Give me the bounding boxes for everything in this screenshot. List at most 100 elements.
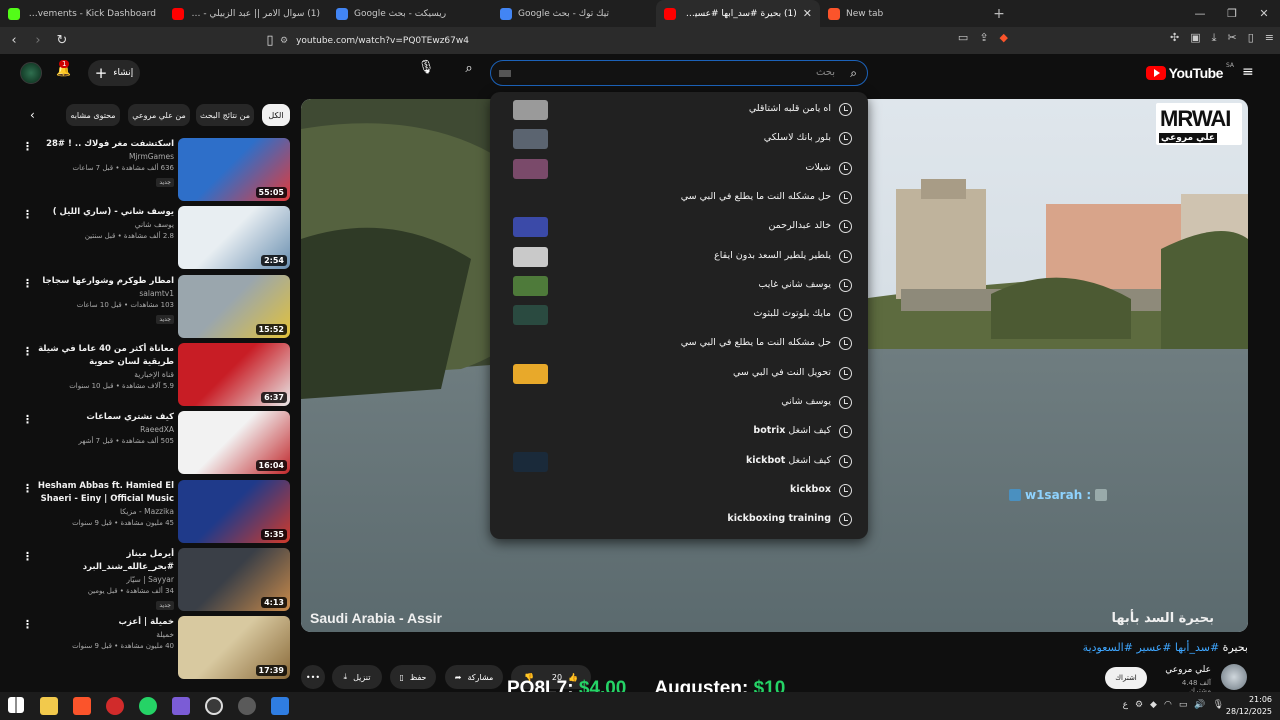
download-button[interactable]: ⤓ تنزيل bbox=[332, 665, 382, 689]
volume-icon[interactable]: 🔊 bbox=[1194, 700, 1205, 710]
create-button[interactable]: + إنشاء bbox=[88, 60, 140, 86]
browser-tab[interactable]: ريسيكت - بحث Google bbox=[328, 0, 492, 27]
suggestion-item[interactable]: تحويل النت في البي سي bbox=[490, 359, 868, 388]
windows-start-icon[interactable] bbox=[8, 697, 24, 713]
more-vert-icon[interactable]: ⋮ bbox=[22, 482, 33, 495]
sidebar-toggle-icon[interactable]: ▯ bbox=[1248, 31, 1254, 45]
list-item[interactable]: 2:54 ⋮ يوسف شاني - (ساري الليل ) يوسف شاني 2… bbox=[0, 206, 296, 270]
title-hashtags[interactable]: #سد_أبها #عسير #السعودية bbox=[1083, 641, 1220, 654]
browser-tab[interactable]: (1) بحيرة #سد_أبها #عسير #السعو ✕ bbox=[656, 0, 820, 27]
wallet-icon[interactable]: ▣ bbox=[1190, 31, 1200, 45]
list-item[interactable]: 4:13 ⋮ أيرمل ميناز #بحر_عالله_شند_البرد Say… bbox=[0, 547, 296, 612]
brave-shield-icon[interactable]: ◆ bbox=[1000, 31, 1008, 45]
url-text[interactable]: youtube.com/watch?v=PQ0TEwz67w4 bbox=[296, 36, 469, 46]
list-item[interactable]: 17:39 ⋮ خميلة | أعزب خميلة 40 مليون مشاهدة •… bbox=[0, 616, 296, 680]
suggestion-item[interactable]: حل مشكله النت ما يطلع في البي سي bbox=[490, 329, 868, 358]
lang-indicator[interactable]: ع bbox=[1123, 700, 1128, 710]
channel-name[interactable]: RaeedXA bbox=[36, 424, 174, 436]
more-vert-icon[interactable]: ⋮ bbox=[22, 550, 33, 563]
notifications-button[interactable]: 🔔 1 bbox=[56, 60, 76, 83]
video-thumbnail[interactable]: 2:54 bbox=[178, 206, 290, 270]
video-thumbnail[interactable]: 5:35 bbox=[178, 479, 290, 543]
channel-name[interactable]: خميلة bbox=[36, 629, 174, 641]
suggestion-item[interactable]: اه يامن قلبه اشتاقلي bbox=[490, 95, 868, 124]
reload-icon[interactable]: ↻ bbox=[52, 33, 72, 48]
video-title[interactable]: خميلة | أعزب bbox=[36, 616, 175, 629]
video-title[interactable]: Hesham Abbas ft. Hamied El Shaeri - Einy… bbox=[36, 480, 174, 506]
video-title[interactable]: معاناة أكثر من 40 عاما في شيلة طريقية لس… bbox=[36, 343, 174, 369]
list-item[interactable]: 5:35 ⋮ Hesham Abbas ft. Hamied El Shaeri -… bbox=[0, 479, 296, 544]
video-title[interactable]: اسكتشفت مغر فولاك .. ! #28 bbox=[36, 138, 174, 151]
suggestion-item[interactable]: مايك بلوتوث للبثوث bbox=[490, 300, 868, 329]
channel-name[interactable]: Sayyar | سيّار bbox=[36, 574, 174, 586]
channel-name[interactable]: Mazzika - مزيكا bbox=[36, 506, 174, 518]
suggestion-item[interactable]: يوسف شاني غايب bbox=[490, 271, 868, 300]
channel-name[interactable]: قناة الإخبارية bbox=[36, 369, 174, 381]
obs-icon[interactable] bbox=[205, 697, 223, 715]
voice-search-button[interactable]: 🎙 bbox=[414, 60, 438, 84]
filter-chip[interactable]: محتوى مشابه bbox=[66, 104, 120, 126]
restore-icon[interactable]: ❐ bbox=[1216, 0, 1248, 27]
channel-name[interactable]: علي مروعي bbox=[1163, 665, 1211, 675]
video-title[interactable]: كيف تشتري سماعات bbox=[36, 411, 174, 424]
site-info-icon[interactable]: ⚙ bbox=[280, 36, 288, 46]
suggestion-item[interactable]: كيف اشغل botrix bbox=[490, 417, 868, 446]
channel-name[interactable]: MjrmGames bbox=[36, 151, 174, 163]
file-explorer-icon[interactable] bbox=[40, 697, 58, 715]
hamburger-menu-icon[interactable]: ≡ bbox=[1242, 65, 1254, 79]
photos-icon[interactable] bbox=[271, 697, 289, 715]
search-button[interactable]: ⌕ bbox=[458, 61, 480, 83]
suggestion-item[interactable]: بلور بانك لاسلكي bbox=[490, 124, 868, 153]
wifi-icon[interactable]: ◠ bbox=[1164, 700, 1172, 710]
more-vert-icon[interactable]: ⋮ bbox=[22, 140, 33, 153]
extensions-icon[interactable]: ✣ bbox=[1170, 31, 1179, 45]
suggestion-item[interactable]: kickboxing training bbox=[490, 505, 868, 534]
more-vert-icon[interactable]: ⋮ bbox=[22, 208, 33, 221]
list-item[interactable]: 55:05 ⋮ اسكتشفت مغر فولاك .. ! #28 MjrmGame… bbox=[0, 138, 296, 202]
list-item[interactable]: 15:52 ⋮ امطار طوكرم وشوارعها سجاجا salamtv1… bbox=[0, 274, 296, 339]
more-vert-icon[interactable]: ⋮ bbox=[22, 413, 33, 426]
cast-icon[interactable]: ▭ bbox=[958, 31, 968, 45]
filter-chip[interactable]: الكل bbox=[262, 104, 290, 126]
video-thumbnail[interactable]: 15:52 bbox=[178, 274, 290, 338]
video-thumbnail[interactable]: 17:39 bbox=[178, 616, 290, 680]
suggestion-item[interactable]: يلطير يلطير السعد بدون ايقاع bbox=[490, 242, 868, 271]
browser-tab[interactable]: Achievements - Kick Dashboard bbox=[0, 0, 164, 27]
new-tab-button[interactable]: + bbox=[984, 0, 1014, 27]
save-button[interactable]: ▯ حفظ bbox=[390, 665, 436, 689]
suggestion-item[interactable]: حل مشكله النت ما يطلع في البي سي bbox=[490, 183, 868, 212]
video-thumbnail[interactable]: 6:37 bbox=[178, 342, 290, 406]
video-title[interactable]: أيرمل ميناز #بحر_عالله_شند_البرد bbox=[36, 548, 174, 574]
settings-icon[interactable] bbox=[238, 697, 256, 715]
suggestion-item[interactable]: خالد عبدالرحمن bbox=[490, 212, 868, 241]
channel-name[interactable]: يوسف شاني bbox=[36, 219, 174, 231]
share-icon[interactable]: ⇪ bbox=[979, 31, 988, 45]
subscribe-button[interactable]: اشتراك bbox=[1105, 667, 1147, 689]
more-vert-icon[interactable]: ⋮ bbox=[22, 618, 33, 631]
suggestion-item[interactable]: شيلات bbox=[490, 154, 868, 183]
list-item[interactable]: 6:37 ⋮ معاناة أكثر من 40 عاما في شيلة طريق… bbox=[0, 342, 296, 407]
forward-icon[interactable]: › bbox=[28, 33, 48, 48]
video-title[interactable]: امطار طوكرم وشوارعها سجاجا bbox=[36, 275, 174, 288]
more-vert-icon[interactable]: ⋮ bbox=[22, 345, 33, 358]
menu-icon[interactable]: ≡ bbox=[1265, 31, 1274, 45]
share-button[interactable]: ➦ مشاركة bbox=[445, 665, 503, 689]
tab-close-icon[interactable]: ✕ bbox=[803, 7, 812, 20]
account-avatar[interactable] bbox=[20, 62, 42, 84]
more-vert-icon[interactable]: ⋮ bbox=[22, 277, 33, 290]
settings-tray-icon[interactable]: ⚙ bbox=[1135, 700, 1143, 710]
youtube-logo[interactable]: YouTube SA bbox=[1145, 62, 1234, 81]
suggestion-item[interactable]: يوسف شاني bbox=[490, 388, 868, 417]
search-input[interactable]: بحث ⌕ bbox=[490, 60, 868, 86]
channel-avatar[interactable] bbox=[1221, 664, 1247, 690]
display-icon[interactable]: ▭ bbox=[1179, 700, 1188, 710]
close-window-icon[interactable]: ✕ bbox=[1248, 0, 1280, 27]
video-thumbnail[interactable]: 16:04 bbox=[178, 411, 290, 475]
suggestion-item[interactable]: kickbox bbox=[490, 476, 868, 505]
browser-tab[interactable]: (1) سوال الأمر || عبد الزبيلي - YouTube bbox=[164, 0, 328, 27]
whatsapp-icon[interactable] bbox=[139, 697, 157, 715]
minimize-icon[interactable]: — bbox=[1184, 0, 1216, 27]
browser-tab[interactable]: تيك توك - بحث Google bbox=[492, 0, 656, 27]
filter-chip[interactable]: من نتائج البحث bbox=[196, 104, 254, 126]
video-thumbnail[interactable]: 55:05 bbox=[178, 138, 290, 201]
